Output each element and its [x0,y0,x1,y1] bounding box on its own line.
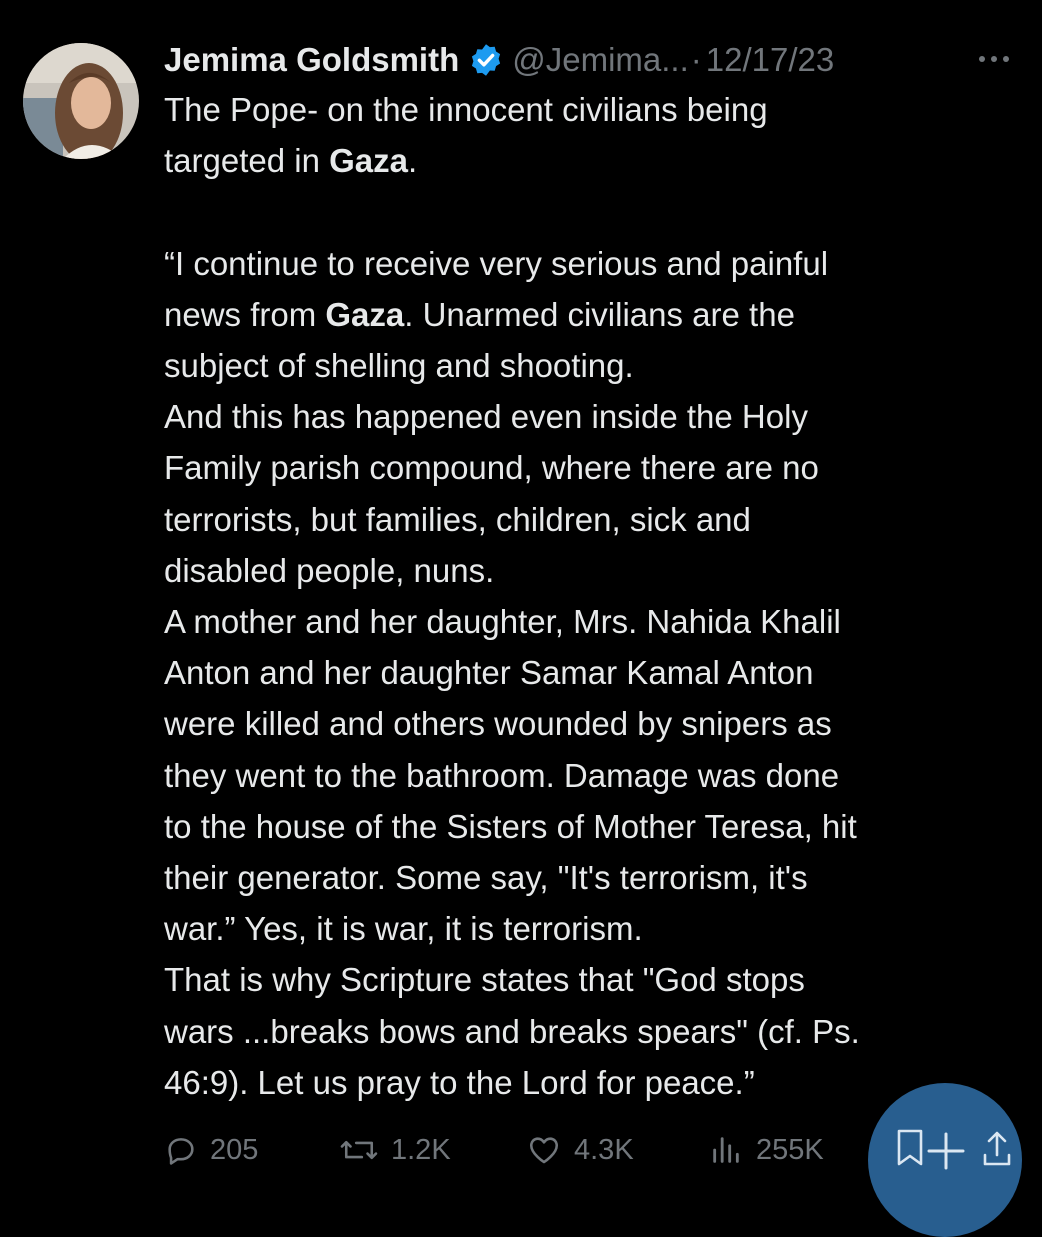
repost-count: 1.2K [391,1133,451,1166]
avatar[interactable] [23,43,139,159]
repost-button[interactable]: 1.2K [339,1126,451,1174]
floating-action-area [868,1083,1042,1237]
views-button[interactable]: 255K [708,1126,824,1174]
tweet[interactable]: Jemima Goldsmith @Jemima... · 12/17/23 T… [0,0,1042,1237]
share-icon[interactable] [982,1129,1012,1169]
like-count: 4.3K [574,1133,634,1166]
author-name[interactable]: Jemima Goldsmith [164,41,459,79]
bookmark-icon[interactable] [895,1128,925,1168]
separator-dot: · [690,41,702,78]
bold-keyword[interactable]: Gaza [325,296,404,333]
tweet-text: The Pope- on the innocent civilians bein… [164,84,1024,1108]
repost-icon [340,1140,378,1160]
bold-keyword[interactable]: Gaza [329,142,408,179]
heart-icon [529,1137,559,1164]
tweet-date[interactable]: 12/17/23 [706,41,834,79]
reply-icon [168,1138,194,1165]
verified-badge-icon [468,42,504,78]
reply-button[interactable]: 205 [164,1126,258,1174]
like-button[interactable]: 4.3K [526,1126,634,1174]
plus-icon[interactable] [926,1131,966,1171]
more-icon[interactable] [972,44,1016,74]
tweet-text-segment: The Pope- on the innocent civilians bein… [164,91,768,180]
tweet-text-segment: . Unarmed civilians are the subject of s… [164,295,860,1101]
reply-count: 205 [210,1133,259,1166]
views-icon [713,1137,739,1163]
views-count: 255K [756,1133,824,1166]
tweet-header: Jemima Goldsmith @Jemima... · 12/17/23 [164,36,834,84]
author-handle[interactable]: @Jemima... [512,41,689,79]
